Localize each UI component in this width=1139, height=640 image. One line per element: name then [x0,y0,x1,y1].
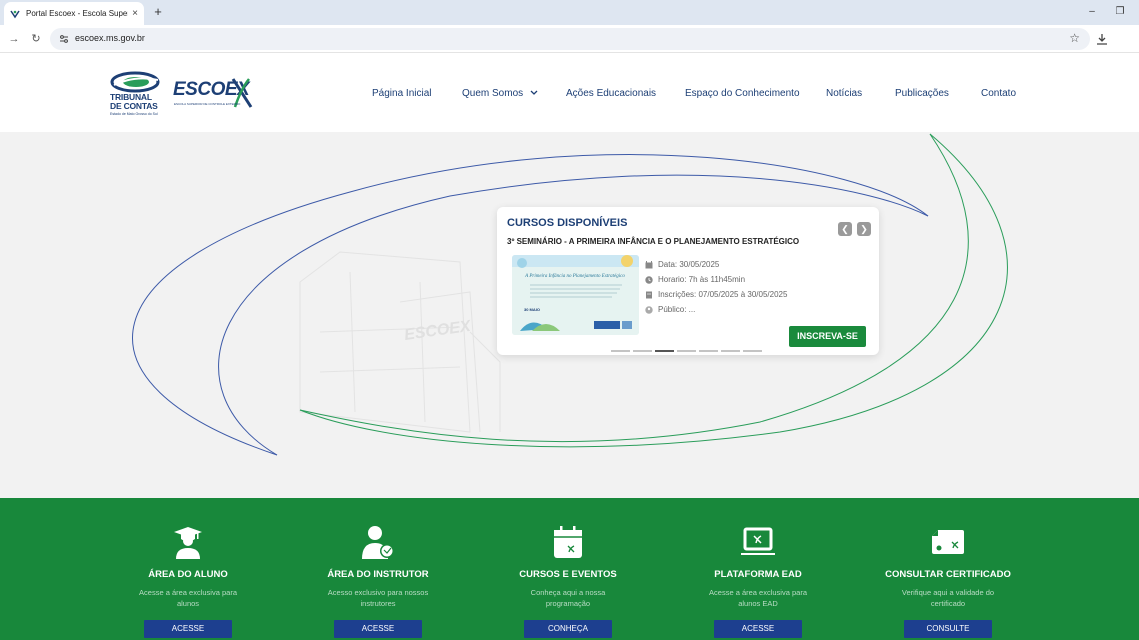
calendar-icon [554,526,582,558]
nav-espaco-conhecimento[interactable]: Espaço do Conhecimento [685,88,800,99]
address-bar[interactable]: escoex.ms.gov.br ☆ [50,28,1090,50]
carousel-prev-button[interactable]: ❮ [838,222,852,236]
course-title: 3º SEMINÁRIO - A PRIMEIRA INFÂNCIA E O P… [507,237,800,246]
certificate-check-button[interactable]: CONSULTE [904,620,992,638]
forward-icon[interactable]: → [6,31,22,47]
course-thumbnail-art: A Primeira Infância no Planejamento Estr… [512,255,639,335]
course-time-text: Horario: 7h às 11h45min [658,275,746,284]
nav-quem-somos-label: Quem Somos [462,88,524,99]
course-registration: Inscrições: 07/05/2025 à 30/05/2025 [645,290,787,299]
course-date: Data: 30/05/2025 [645,260,719,269]
tile-title: ÁREA DO ALUNO [148,569,228,580]
course-time: Horario: 7h às 11h45min [645,275,745,284]
ead-access-button[interactable]: ACESSE [714,620,802,638]
bookmark-star-icon[interactable]: ☆ [1069,31,1080,45]
site-settings-icon[interactable] [58,33,70,45]
course-audience-text: Público: ... [658,305,696,314]
chevron-down-icon [530,90,538,95]
certificate-icon [932,530,964,554]
tile-title: CONSULTAR CERTIFICADO [885,569,1011,580]
browser-tab[interactable]: Portal Escoex - Escola Superior × [4,2,144,25]
carousel-indicators [611,350,762,352]
instructor-access-button[interactable]: ACESSE [334,620,422,638]
tce-logo-text: TRIBUNAL DE CONTAS [110,92,158,111]
thumbnail-title: A Primeira Infância no Planejamento Estr… [524,274,625,279]
tile-description: Conheça aqui a nossa programação [530,588,606,608]
carousel-dot[interactable] [611,350,630,352]
browser-toolbar: → ↻ escoex.ms.gov.br ☆ [0,25,1139,53]
tile-description: Acesse a área exclusiva para alunos EAD [709,588,807,608]
site-header: TRIBUNAL DE CONTAS Estado de Mato Grosso… [0,53,1139,132]
browser-tabstrip: Portal Escoex - Escola Superior × + – ❐ [0,0,1139,25]
nav-noticias[interactable]: Notícias [826,88,862,99]
register-button[interactable]: INSCREVA-SE [789,326,866,347]
carousel-dot[interactable] [721,350,740,352]
tab-title: Portal Escoex - Escola Superior [26,9,129,18]
new-tab-button[interactable]: + [151,4,165,20]
tile-title: CURSOS E EVENTOS [519,569,617,580]
carousel-dot[interactable] [743,350,762,352]
tab-close-icon[interactable]: × [132,8,138,19]
audience-icon [645,305,653,314]
chevron-right-icon: ❯ [860,224,868,234]
graduate-icon [174,527,202,559]
quick-access-section: ÁREA DO ALUNO Acesse a área exclusiva pa… [0,498,1139,640]
instructor-icon [362,526,394,559]
carousel-dot[interactable] [633,350,652,352]
quick-access-student: ÁREA DO ALUNO Acesse a área exclusiva pa… [93,498,283,640]
quick-access-certificate: CONSULTAR CERTIFICADO Verifique aqui a v… [853,498,1043,640]
tile-description: Acesso exclusivo para nossos instrutores [327,588,429,608]
course-thumbnail[interactable]: A Primeira Infância no Planejamento Estr… [512,255,639,335]
escoex-logo[interactable]: ESCOEX ESCOLA SUPERIOR DE CONTROLE EXTER… [171,73,253,113]
tce-logo[interactable]: TRIBUNAL DE CONTAS Estado de Mato Grosso… [110,71,162,116]
quick-access-events: CURSOS E EVENTOS Conheça aqui a nossa pr… [473,498,663,640]
laptop-icon [741,527,775,555]
escoex-logo-subtitle: ESCOLA SUPERIOR DE CONTROLE EXTERNO [174,102,241,106]
tile-title: PLATAFORMA EAD [714,569,802,580]
course-card-heading: CURSOS DISPONÍVEIS [507,217,628,229]
tce-logo-icon [110,71,160,93]
quick-access-instructor: ÁREA DO INSTRUTOR Acesso exclusivo para … [283,498,473,640]
carousel-dot[interactable] [699,350,718,352]
thumbnail-date: 30 MAIO [524,307,540,312]
carousel-next-button[interactable]: ❯ [857,222,871,236]
course-date-text: Data: 30/05/2025 [658,260,720,269]
book-icon [646,291,652,298]
student-access-button[interactable]: ACESSE [144,620,232,638]
tile-description: Acesse a área exclusiva para alunos [139,588,237,608]
carousel-dot[interactable] [677,350,696,352]
chevron-left-icon: ❮ [841,224,849,234]
quick-access-ead: PLATAFORMA EAD Acesse a área exclusiva p… [663,498,853,640]
course-card: CURSOS DISPONÍVEIS 3º SEMINÁRIO - A PRIM… [497,207,879,355]
events-button[interactable]: CONHEÇA [524,620,612,638]
tile-description: Verifique aqui a validade do certificado [901,588,995,608]
escoex-favicon-icon [10,9,20,19]
svg-text:ESCOEX: ESCOEX [403,318,473,344]
reload-icon[interactable]: ↻ [28,31,44,47]
calendar-small-icon [645,260,653,268]
tile-title: ÁREA DO INSTRUTOR [327,569,429,580]
download-icon[interactable] [1094,31,1110,47]
carousel-dot[interactable] [655,350,674,352]
nav-quem-somos[interactable]: Quem Somos [462,88,538,99]
clock-icon [645,275,653,284]
nav-publicacoes[interactable]: Publicações [895,88,949,99]
course-audience: Público: ... [645,305,695,314]
course-registration-text: Inscrições: 07/05/2025 à 30/05/2025 [658,290,788,299]
hero-banner: ESCOEX CURSOS DISPONÍVEIS 3º SEMINÁRIO -… [0,132,1139,498]
nav-acoes-educacionais[interactable]: Ações Educacionais [566,88,656,99]
restore-icon[interactable]: ❐ [1110,4,1130,20]
url-text: escoex.ms.gov.br [75,33,145,43]
nav-pagina-inicial[interactable]: Página Inicial [372,88,431,99]
minimize-icon[interactable]: – [1082,4,1102,20]
tce-logo-subtitle: Estado de Mato Grosso do Sul [110,112,158,116]
nav-contato[interactable]: Contato [981,88,1016,99]
